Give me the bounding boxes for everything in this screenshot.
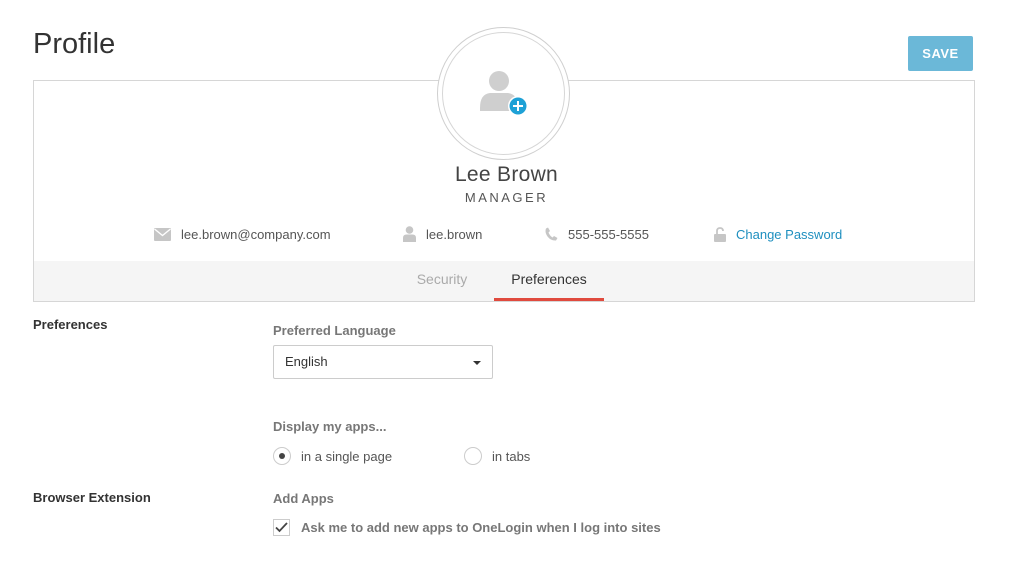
language-select[interactable]: English	[273, 345, 493, 379]
change-password-info: Change Password	[714, 225, 842, 243]
add-apps-checkbox-label: Ask me to add new apps to OneLogin when …	[301, 519, 661, 535]
page-title: Profile	[33, 28, 116, 60]
change-password-link[interactable]: Change Password	[736, 227, 842, 242]
phone-icon	[545, 227, 558, 241]
radio-tabs[interactable]: in tabs	[464, 446, 530, 466]
user-icon	[403, 226, 416, 242]
radio-tabs-label: in tabs	[492, 448, 531, 464]
language-select-value: English	[285, 354, 328, 369]
username-text: lee.brown	[426, 226, 483, 242]
phone-text: 555-555-5555	[568, 226, 649, 242]
display-apps-label: Display my apps...	[273, 419, 387, 434]
radio-dot	[279, 453, 285, 459]
save-button[interactable]: SAVE	[908, 36, 973, 71]
preferred-language-label: Preferred Language	[273, 323, 396, 338]
add-apps-checkbox[interactable]	[273, 518, 290, 536]
add-user-icon	[479, 70, 528, 116]
tab-preferences[interactable]: Preferences	[494, 261, 604, 301]
envelope-icon	[154, 227, 171, 241]
tab-security[interactable]: Security	[404, 261, 480, 301]
unlock-icon	[714, 226, 726, 242]
radio-single-page-label: in a single page	[301, 448, 393, 464]
checkmark-icon	[275, 521, 288, 532]
add-apps-checkbox-row[interactable]: Ask me to add new apps to OneLogin when …	[273, 517, 661, 537]
email-text: lee.brown@company.com	[181, 226, 331, 242]
username-info: lee.brown	[403, 225, 482, 243]
avatar-inner	[442, 32, 565, 155]
tab-bar: Security Preferences	[34, 261, 974, 301]
user-name: Lee Brown	[454, 163, 559, 186]
user-role: MANAGER	[464, 190, 549, 205]
radio-circle-unselected[interactable]	[464, 447, 482, 465]
avatar[interactable]	[437, 27, 570, 160]
caret-down-icon	[473, 361, 481, 365]
add-apps-label: Add Apps	[273, 491, 334, 506]
radio-circle-selected[interactable]	[273, 447, 291, 465]
email-info: lee.brown@company.com	[154, 225, 331, 243]
preferences-section-label: Preferences	[33, 317, 108, 332]
browser-extension-section-label: Browser Extension	[33, 490, 151, 505]
phone-info: 555-555-5555	[545, 225, 649, 243]
radio-single-page[interactable]: in a single page	[273, 446, 392, 466]
